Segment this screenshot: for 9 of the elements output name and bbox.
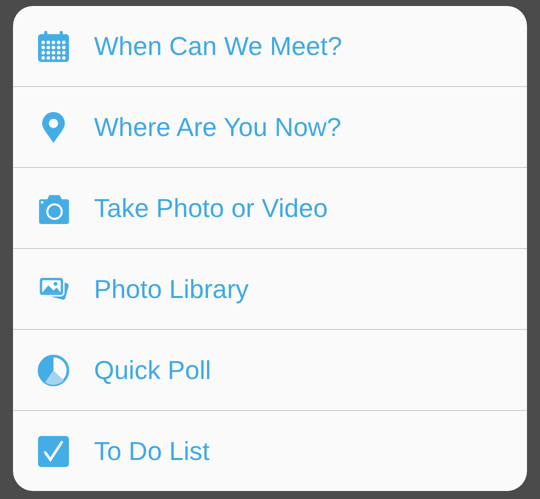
menu-item[interactable]: Quick Poll: [13, 330, 527, 411]
pie-chart-icon: [37, 354, 70, 386]
menu-item[interactable]: Photo Library: [13, 249, 527, 330]
calendar-icon: [37, 30, 70, 62]
menu-item[interactable]: To Do List: [13, 411, 527, 491]
menu-item[interactable]: Where Are You Now?: [13, 87, 527, 168]
menu-item[interactable]: Take Photo or Video: [13, 168, 527, 249]
checkbox-icon: [37, 434, 70, 468]
menu-item[interactable]: When Can We Meet?: [13, 6, 527, 87]
